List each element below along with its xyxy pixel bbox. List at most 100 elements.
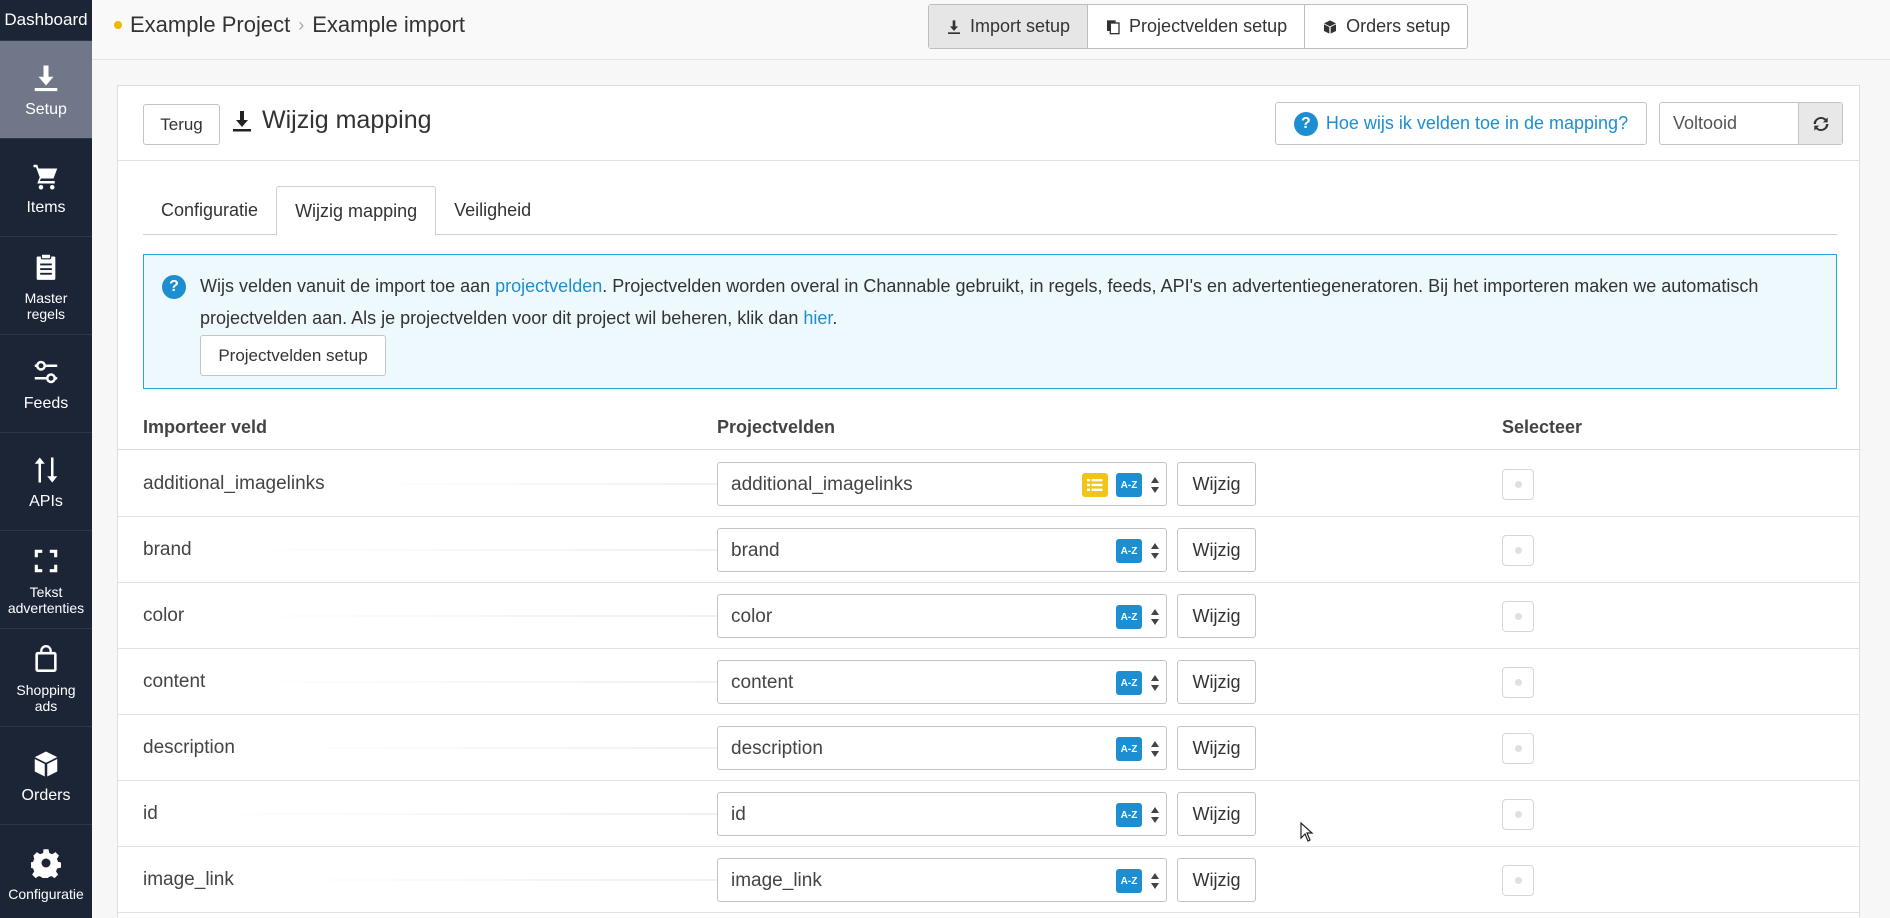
projectveld-select[interactable]: additional_imagelinks A-Z xyxy=(717,462,1167,506)
info-text-part: . xyxy=(832,308,838,328)
projectveld-value: additional_imagelinks xyxy=(731,474,913,495)
sort-caret-icon xyxy=(1151,675,1159,691)
select-checkbox[interactable] xyxy=(1502,535,1534,566)
select-checkbox[interactable] xyxy=(1502,733,1534,764)
projectveld-select[interactable]: description A-Z xyxy=(717,726,1167,770)
tab-bar: Configuratie Wijzig mapping Veiligheid xyxy=(143,186,1837,236)
table-row: id id A-Z Wijzig xyxy=(118,781,1859,847)
projectvelden-setup-button[interactable]: Projectvelden setup xyxy=(200,335,386,376)
import-setup-button[interactable]: Import setup xyxy=(929,5,1089,48)
select-checkbox[interactable] xyxy=(1502,799,1534,830)
back-button[interactable]: Terug xyxy=(143,104,220,145)
orders-setup-label: Orders setup xyxy=(1346,16,1451,36)
arrows-updown-icon xyxy=(29,453,63,487)
sidebar: Dashboard Setup Items Master regels Feed… xyxy=(0,0,92,918)
col-project-header: Projectvelden xyxy=(717,417,836,437)
sidebar-item-items[interactable]: Items xyxy=(0,139,92,237)
refresh-button[interactable] xyxy=(1798,103,1842,144)
breadcrumb-project[interactable]: Example Project xyxy=(130,12,290,38)
sidebar-item-tekst-advertenties[interactable]: Tekst advertenties xyxy=(0,531,92,629)
table-header: Importeer veld Projectvelden Selecteer xyxy=(118,406,1859,450)
table-row: brand brand A-Z Wijzig xyxy=(118,517,1859,583)
import-field-name: color xyxy=(143,605,185,626)
question-icon: ? xyxy=(1293,111,1318,136)
sidebar-item-configuratie[interactable]: Configuratie xyxy=(0,825,92,918)
status-field: Voltooid xyxy=(1673,113,1738,133)
projectveld-select[interactable]: id A-Z xyxy=(717,792,1167,836)
wijzig-button[interactable]: Wijzig xyxy=(1177,660,1256,704)
wijzig-button[interactable]: Wijzig xyxy=(1177,462,1256,506)
sidebar-item-label: Orders xyxy=(21,787,71,804)
projectvelden-setup-button[interactable]: Projectvelden setup xyxy=(1088,5,1306,48)
text-type-icon: A-Z xyxy=(1116,737,1142,761)
download-icon xyxy=(29,61,63,95)
help-mapping-label: Hoe wijs ik velden toe in de mapping? xyxy=(1325,113,1629,133)
status-dot xyxy=(114,21,122,29)
sidebar-item-label: Setup xyxy=(25,101,67,118)
projectveld-select[interactable]: image_link A-Z xyxy=(717,858,1167,902)
wijzig-button[interactable]: Wijzig xyxy=(1177,528,1256,572)
orders-setup-button[interactable]: Orders setup xyxy=(1305,5,1467,48)
sidebar-item-label: Feeds xyxy=(23,395,69,412)
download-icon xyxy=(233,110,251,131)
app: Dashboard Setup Items Master regels Feed… xyxy=(0,0,1890,918)
mapping-card: Terug Wijzig mapping ? Hoe wijs ik velde… xyxy=(117,85,1860,918)
projectveld-select[interactable]: content A-Z xyxy=(717,660,1167,704)
status-group: Voltooid xyxy=(1659,102,1843,145)
sidebar-item-orders[interactable]: Orders xyxy=(0,727,92,825)
sidebar-item-label: Tekst advertenties xyxy=(7,583,85,616)
sidebar-item-label: Shopping ads xyxy=(16,681,76,714)
projectvelden-link[interactable]: projectvelden xyxy=(495,276,602,296)
select-checkbox[interactable] xyxy=(1502,601,1534,632)
sort-caret-icon xyxy=(1151,807,1159,823)
wijzig-button[interactable]: Wijzig xyxy=(1177,594,1256,638)
sidebar-item-label: Items xyxy=(26,199,66,216)
text-type-icon: A-Z xyxy=(1116,803,1142,827)
text-type-icon: A-Z xyxy=(1116,869,1142,893)
hier-link[interactable]: hier xyxy=(803,308,832,328)
sidebar-item-label: Configuratie xyxy=(8,885,84,902)
table-row: description description A-Z Wijzig xyxy=(118,715,1859,781)
import-field-name: additional_imagelinks xyxy=(143,473,325,494)
projectveld-value: description xyxy=(731,738,823,759)
import-setup-label: Import setup xyxy=(970,16,1071,36)
help-mapping-button[interactable]: ? Hoe wijs ik velden toe in de mapping? xyxy=(1275,102,1647,145)
sidebar-item-master-regels[interactable]: Master regels xyxy=(0,237,92,335)
sidebar-item-apis[interactable]: APIs xyxy=(0,433,92,531)
sidebar-item-label: Master regels xyxy=(24,289,68,322)
tab-veiligheid[interactable]: Veiligheid xyxy=(436,186,549,235)
sidebar-item-feeds[interactable]: Feeds xyxy=(0,335,92,433)
download-icon xyxy=(948,19,960,34)
wijzig-button[interactable]: Wijzig xyxy=(1177,858,1256,902)
sidebar-item-dashboard[interactable]: Dashboard xyxy=(0,0,92,41)
sort-caret-icon xyxy=(1151,873,1159,889)
text-type-icon: A-Z xyxy=(1116,539,1142,563)
table-row: additional_imagelinks additional_imageli… xyxy=(118,451,1859,517)
tab-configuratie[interactable]: Configuratie xyxy=(143,186,276,235)
projectveld-value: brand xyxy=(731,540,780,561)
projectveld-select[interactable]: brand A-Z xyxy=(717,528,1167,572)
projectveld-value: content xyxy=(731,672,794,693)
select-checkbox[interactable] xyxy=(1502,469,1534,500)
question-icon: ? xyxy=(162,275,186,299)
list-icon xyxy=(1082,473,1108,497)
cart-icon xyxy=(29,159,63,193)
sidebar-item-setup[interactable]: Setup xyxy=(0,41,92,139)
sidebar-item-label: APIs xyxy=(29,493,63,510)
select-checkbox[interactable] xyxy=(1502,667,1534,698)
projectveld-value: id xyxy=(731,804,746,825)
wijzig-button[interactable]: Wijzig xyxy=(1177,792,1256,836)
col-select-header: Selecteer xyxy=(1502,417,1583,437)
clipboard-icon xyxy=(29,250,63,284)
wijzig-button[interactable]: Wijzig xyxy=(1177,726,1256,770)
table-row: content content A-Z Wijzig xyxy=(118,649,1859,715)
sort-caret-icon xyxy=(1151,543,1159,559)
card-header: Terug Wijzig mapping ? Hoe wijs ik velde… xyxy=(118,86,1859,161)
refresh-icon xyxy=(1813,116,1828,131)
tab-wijzig-mapping[interactable]: Wijzig mapping xyxy=(276,186,437,236)
select-checkbox[interactable] xyxy=(1502,865,1534,896)
info-text-part: Wijs velden vanuit de import toe aan xyxy=(200,276,496,296)
projectveld-select[interactable]: color A-Z xyxy=(717,594,1167,638)
copy-icon xyxy=(1107,19,1120,34)
sidebar-item-shopping-ads[interactable]: Shopping ads xyxy=(0,629,92,727)
